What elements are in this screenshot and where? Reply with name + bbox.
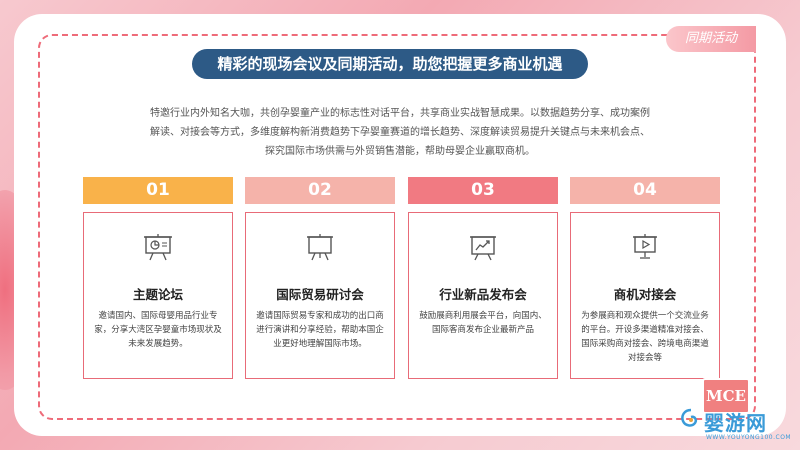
activity-title: 主题论坛	[132, 287, 183, 302]
activity-card: 国际贸易研讨会 邀请国际贸易专家和成功的出口商进行演讲和分享经验，帮助本国企业更…	[245, 212, 395, 379]
presentation-board-icon	[307, 234, 333, 261]
watermark-url: WWW.YOUYONG100.COM	[706, 434, 792, 441]
column-number: 02	[245, 177, 395, 204]
section-tag: 同期活动	[666, 26, 756, 52]
presentation-chart-icon	[144, 234, 172, 261]
swirl-logo-icon	[681, 408, 698, 427]
activity-title: 国际贸易研讨会	[276, 287, 364, 302]
intro-line: 探究国际市场供需与外贸销售潜能，帮助母婴企业赢取商机。	[265, 146, 535, 157]
activity-column-business-matching: 04 商机对接会 为参展商和观众提供一个交流业务的平台。开设多渠道精准对接会、国…	[570, 177, 720, 379]
activity-column-forum: 01 主题论坛 邀请国内、国际母婴用品行业专家，分享大湾区孕婴童市场现状及未来发…	[83, 177, 233, 379]
activity-description: 鼓励展商利用展会平台，向国内、国际客商发布企业最新产品	[419, 311, 547, 335]
watermark: 婴游网 WWW.YOUYONG100.COM	[678, 405, 792, 445]
intro-line: 特邀行业内外知名大咖，共创孕婴童产业的标志性对话平台，共享商业实战智慧成果。以数…	[150, 108, 650, 119]
activity-description: 邀请国内、国际母婴用品行业专家，分享大湾区孕婴童市场现状及未来发展趋势。	[94, 311, 222, 349]
activity-column-trade-seminar: 02 国际贸易研讨会 邀请国际贸易专家和成功的出口商进行演讲和分享经验，帮助本国…	[245, 177, 395, 379]
growth-chart-icon	[470, 236, 496, 261]
activity-card: 商机对接会 为参展商和观众提供一个交流业务的平台。开设多渠道精准对接会、国际采购…	[570, 212, 720, 379]
column-number: 03	[408, 177, 558, 204]
headline-banner: 精彩的现场会议及同期活动，助您把握更多商业机遇	[192, 49, 588, 79]
activity-column-product-launch: 03 行业新品发布会 鼓励展商利用展会平台，向国内、国际客商发布企业最新产品	[408, 177, 558, 379]
activity-description: 为参展商和观众提供一个交流业务的平台。开设多渠道精准对接会、国际采购商对接会、跨…	[581, 311, 709, 363]
activity-title: 行业新品发布会	[439, 287, 527, 302]
intro-line: 解读、对接会等方式，多维度解构新消费趋势下孕婴童赛道的增长趋势、深度解读贸易提升…	[150, 127, 650, 138]
activity-description: 邀请国际贸易专家和成功的出口商进行演讲和分享经验，帮助本国企业更好地理解国际市场…	[256, 311, 384, 349]
intro-paragraph: 特邀行业内外知名大咖，共创孕婴童产业的标志性对话平台，共享商业实战智慧成果。以数…	[120, 104, 680, 161]
activity-card: 行业新品发布会 鼓励展商利用展会平台，向国内、国际客商发布企业最新产品	[408, 212, 558, 379]
video-screen-icon	[633, 234, 657, 259]
column-number: 04	[570, 177, 720, 204]
column-number: 01	[83, 177, 233, 204]
watermark-name: 婴游网	[704, 411, 767, 435]
activity-card: 主题论坛 邀请国内、国际母婴用品行业专家，分享大湾区孕婴童市场现状及未来发展趋势…	[83, 212, 233, 379]
activity-title: 商机对接会	[613, 287, 677, 302]
